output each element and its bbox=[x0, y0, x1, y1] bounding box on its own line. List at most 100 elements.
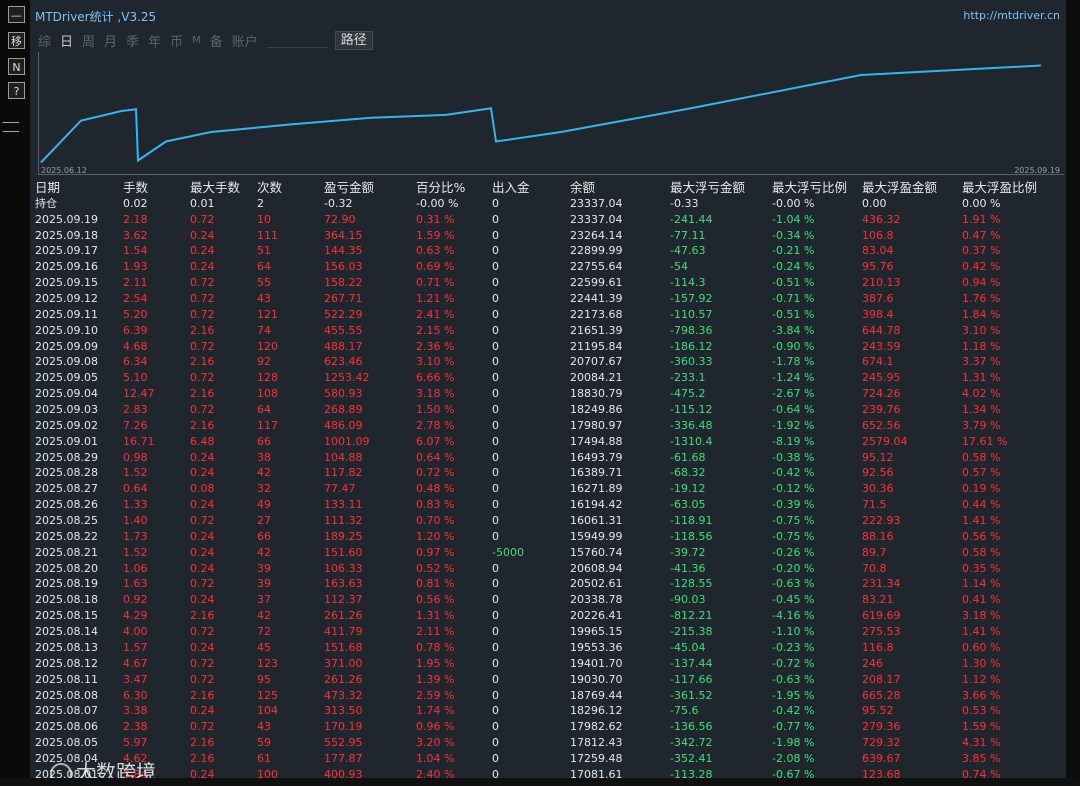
tab-summary[interactable]: 综 bbox=[38, 31, 51, 50]
table-cell: 133.11 bbox=[324, 498, 363, 512]
equity-line bbox=[40, 64, 1042, 164]
table-cell: 18769.44 bbox=[570, 688, 623, 702]
tab-account[interactable]: 账户 bbox=[232, 31, 258, 50]
table-cell: 38 bbox=[257, 450, 271, 464]
table-cell: 16389.71 bbox=[570, 466, 623, 480]
column-header: 日期 bbox=[35, 180, 61, 195]
table-cell: 1.39 % bbox=[416, 672, 455, 686]
table-cell: 22441.39 bbox=[570, 292, 623, 306]
tab-notes[interactable]: 备 bbox=[210, 31, 223, 50]
table-cell: 0.72 bbox=[190, 577, 215, 591]
path-button[interactable]: 路径 bbox=[334, 30, 373, 50]
table-cell: 1.52 bbox=[123, 466, 148, 480]
left-toolbar: — 移 N ? bbox=[0, 0, 30, 786]
tab-weekly[interactable]: 周 bbox=[82, 31, 95, 50]
table-cell: -0.77 % bbox=[772, 720, 815, 734]
tab-yearly[interactable]: 年 bbox=[148, 31, 161, 50]
table-cell: -1.04 % bbox=[772, 212, 815, 226]
table-cell: 66 bbox=[257, 434, 271, 448]
tab-currency[interactable]: 币 bbox=[170, 31, 183, 50]
table-cell: 0.08 bbox=[190, 482, 215, 496]
table-cell: 2579.04 bbox=[862, 434, 908, 448]
table-cell: 652.56 bbox=[862, 418, 901, 432]
table-cell: 17.61 % bbox=[962, 434, 1008, 448]
table-cell: 0.72 bbox=[190, 276, 215, 290]
table-cell: 0.60 % bbox=[962, 640, 1001, 654]
table-cell: 189.25 bbox=[324, 529, 363, 543]
tab-daily[interactable]: 日 bbox=[60, 31, 73, 50]
table-cell: 0.31 % bbox=[416, 212, 455, 226]
table-cell: 1.91 % bbox=[962, 212, 1001, 226]
table-cell: 89.7 bbox=[862, 545, 887, 559]
n-button[interactable]: N bbox=[8, 58, 25, 75]
table-cell: -215.38 bbox=[670, 625, 713, 639]
table-cell: 0.70 % bbox=[416, 514, 455, 528]
table-cell: 3.18 % bbox=[416, 387, 455, 401]
table-cell: 210.13 bbox=[862, 276, 901, 290]
table-cell: 0.94 % bbox=[962, 276, 1001, 290]
table-cell: 2025.08.27 bbox=[35, 482, 98, 496]
table-cell: 313.50 bbox=[324, 704, 363, 718]
table-cell: -1.98 % bbox=[772, 736, 815, 750]
table-cell: 0 bbox=[492, 561, 499, 575]
tab-quarterly[interactable]: 季 bbox=[126, 31, 139, 50]
table-cell: 2025.09.12 bbox=[35, 292, 98, 306]
table-cell: -0.45 % bbox=[772, 593, 815, 607]
table-cell: 0.44 % bbox=[962, 498, 1001, 512]
table-cell: 0.42 % bbox=[962, 260, 1001, 274]
table-cell: 3.10 % bbox=[416, 355, 455, 369]
account-field[interactable] bbox=[266, 33, 329, 48]
table-cell: -798.36 bbox=[670, 323, 713, 337]
table-cell: 0.72 bbox=[190, 403, 215, 417]
table-cell: 6.34 bbox=[123, 355, 148, 369]
table-cell: 92 bbox=[257, 355, 271, 369]
site-url[interactable]: http://mtdriver.cn bbox=[963, 9, 1060, 22]
column-header: 次数 bbox=[257, 180, 283, 195]
table-cell: 0 bbox=[492, 260, 499, 274]
table-cell: 2.54 bbox=[123, 292, 148, 306]
table-cell: 83.21 bbox=[862, 593, 894, 607]
tab-m[interactable]: M bbox=[192, 35, 201, 46]
table-cell: 0 bbox=[492, 529, 499, 543]
table-cell: 106.8 bbox=[862, 228, 894, 242]
table-cell: -0.24 % bbox=[772, 260, 815, 274]
table-cell: 19553.36 bbox=[570, 640, 623, 654]
table-cell: -136.56 bbox=[670, 720, 713, 734]
table-cell: 39 bbox=[257, 577, 271, 591]
table-cell: 16.71 bbox=[123, 434, 155, 448]
table-cell: 1.84 % bbox=[962, 307, 1001, 321]
tab-monthly[interactable]: 月 bbox=[104, 31, 117, 50]
table-cell: 724.26 bbox=[862, 387, 901, 401]
table-cell: 0 bbox=[492, 228, 499, 242]
window-title: MTDriver统计 ,V3.25 bbox=[35, 10, 157, 24]
table-cell: -342.72 bbox=[670, 736, 713, 750]
table-cell: 0.72 bbox=[190, 339, 215, 353]
table-cell: 2025.09.11 bbox=[35, 307, 98, 321]
table-cell: 2.16 bbox=[190, 736, 215, 750]
chart-end-label: 2025.09.19 bbox=[1014, 166, 1060, 175]
table-cell: 2025.09.15 bbox=[35, 276, 98, 290]
table-cell: -0.51 % bbox=[772, 276, 815, 290]
table-cell: 1.14 % bbox=[962, 577, 1001, 591]
table-cell: 0 bbox=[492, 466, 499, 480]
table-cell: 436.32 bbox=[862, 212, 901, 226]
table-cell: 1.59 % bbox=[962, 720, 1001, 734]
table-cell: 111 bbox=[257, 228, 278, 242]
table-cell: 0 bbox=[492, 339, 499, 353]
table-cell: -0.72 % bbox=[772, 656, 815, 670]
table-cell: 0.63 % bbox=[416, 244, 455, 258]
minimize-icon[interactable]: — bbox=[8, 6, 25, 23]
table-cell: 3.85 % bbox=[962, 751, 1001, 765]
table-cell: 0.24 bbox=[190, 640, 215, 654]
position-cell: 0.02 bbox=[123, 196, 148, 210]
table-cell: -137.44 bbox=[670, 656, 713, 670]
table-cell: -0.26 % bbox=[772, 545, 815, 559]
table-cell: -0.21 % bbox=[772, 244, 815, 258]
help-icon[interactable]: ? bbox=[8, 82, 25, 99]
move-icon[interactable]: 移 bbox=[8, 32, 25, 49]
table-cell: 1.41 % bbox=[962, 514, 1001, 528]
table-cell: 1.59 % bbox=[416, 228, 455, 242]
table-cell: 0 bbox=[492, 355, 499, 369]
table-cell: 2.16 bbox=[190, 387, 215, 401]
table-cell: 111.32 bbox=[324, 514, 363, 528]
